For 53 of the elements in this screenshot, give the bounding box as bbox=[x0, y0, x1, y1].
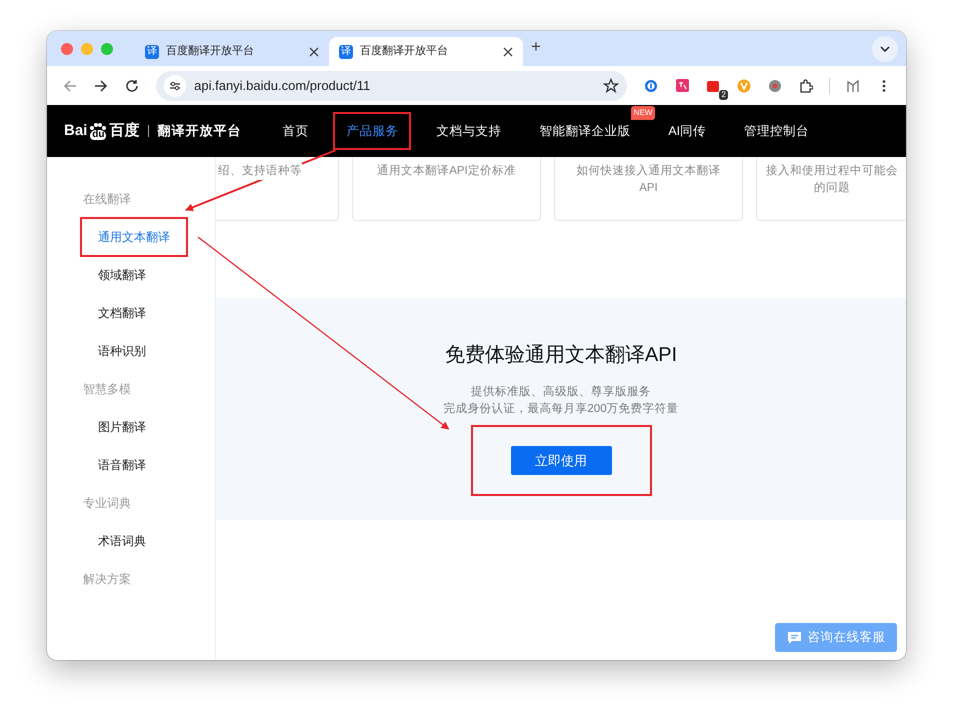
sidebar-item[interactable]: 通用文本翻译 bbox=[98, 229, 170, 245]
reload-icon[interactable] bbox=[124, 78, 139, 92]
browser-tab[interactable]: 译 百度翻译开放平台 bbox=[135, 37, 329, 66]
site-settings-icon[interactable] bbox=[169, 80, 182, 90]
puzzle-extensions-icon[interactable] bbox=[799, 78, 814, 92]
logo-text: Bai bbox=[64, 120, 88, 141]
card-description: 绍、支持语种等 bbox=[218, 163, 302, 180]
close-icon[interactable] bbox=[309, 46, 319, 56]
translate-extension-icon[interactable] bbox=[674, 78, 690, 93]
favicon-icon: 译 bbox=[145, 44, 159, 58]
close-icon[interactable] bbox=[503, 46, 513, 56]
nav-link[interactable]: 产品服务 bbox=[333, 122, 412, 140]
sidebar-item[interactable]: 图片翻译 bbox=[98, 419, 146, 435]
nav-link[interactable]: 智能翻译企业版 bbox=[526, 122, 644, 140]
sidebar-item[interactable]: 术语词典 bbox=[98, 533, 146, 549]
browser-tab[interactable]: 译 百度翻译开放平台 bbox=[329, 37, 523, 66]
back-arrow-icon[interactable] bbox=[62, 78, 77, 92]
card-description: 的问题 bbox=[813, 180, 851, 196]
address-bar[interactable]: api.fanyi.baidu.com/product/11 bbox=[156, 70, 627, 100]
disc-extension-icon[interactable] bbox=[768, 78, 782, 92]
favicon-icon: 译 bbox=[339, 44, 353, 58]
sidebar-heading: 在线翻译 bbox=[83, 191, 132, 207]
star-icon[interactable] bbox=[602, 78, 619, 94]
sidebar-item[interactable]: 语种识别 bbox=[98, 343, 146, 359]
new-tab-button[interactable]: + bbox=[531, 34, 541, 60]
sidebar-heading: 智慧多模 bbox=[83, 381, 132, 397]
logo-text: 百度 bbox=[109, 120, 140, 141]
chat-bubble-icon bbox=[786, 630, 802, 644]
chevron-down-icon bbox=[880, 46, 890, 52]
new-badge: NEW bbox=[630, 106, 656, 120]
url-text: api.fanyi.baidu.com/product/11 bbox=[194, 76, 372, 95]
platform-name: 翻译开放平台 bbox=[148, 125, 242, 137]
tab-title: 百度翻译开放平台 bbox=[166, 44, 255, 60]
tab-title: 百度翻译开放平台 bbox=[360, 44, 449, 60]
paw-logo: du bbox=[88, 122, 108, 140]
promo-title: 免费体验通用文本翻译API bbox=[444, 343, 678, 368]
promo-text: 提供标准版、高级版、尊享版服务 bbox=[471, 384, 651, 400]
nav-link[interactable]: 文档与支持 bbox=[423, 122, 514, 140]
password-manager-icon[interactable] bbox=[644, 78, 658, 92]
use-now-button[interactable]: 立即使用 bbox=[510, 446, 612, 475]
nav-link[interactable]: 管理控制台 bbox=[731, 122, 822, 140]
window-control-button[interactable] bbox=[61, 42, 73, 54]
count-badge: 2 bbox=[719, 90, 728, 100]
sidebar-item[interactable]: 领域翻译 bbox=[98, 267, 146, 283]
sidebar-item[interactable]: 文档翻译 bbox=[98, 305, 146, 321]
sidebar-heading: 专业词典 bbox=[83, 495, 132, 511]
forward-arrow-icon[interactable] bbox=[94, 78, 108, 92]
promo-text: 完成身份认证，最高每月享200万免费字符量 bbox=[443, 401, 679, 417]
sidebar-item[interactable]: 语音翻译 bbox=[98, 457, 146, 473]
nav-link[interactable]: 首页 bbox=[269, 122, 322, 140]
sidebar-heading: 解决方案 bbox=[83, 571, 132, 587]
tab-list-button[interactable] bbox=[872, 36, 898, 62]
nav-link[interactable]: AI同传 bbox=[655, 122, 720, 140]
